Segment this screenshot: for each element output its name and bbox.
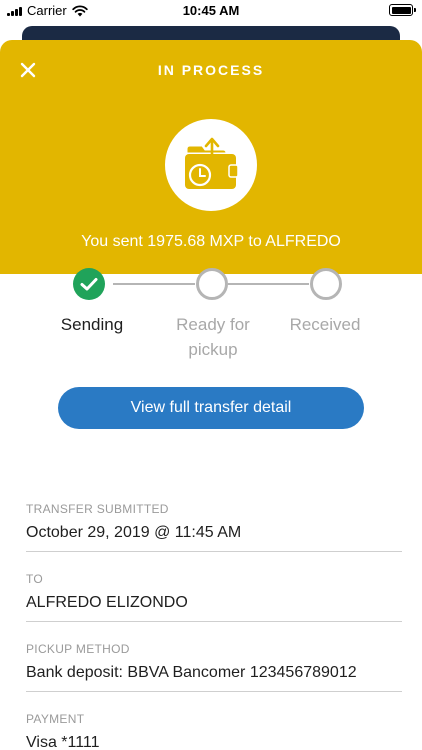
step-2-indicator: [196, 268, 228, 300]
step-3-label: Received: [289, 315, 361, 334]
field-value: October 29, 2019 @ 11:45 AM: [26, 524, 242, 541]
transfer-status-sheet: IN PROCESS You sent 1975.68 MXP to ALFRE…: [0, 40, 422, 750]
field-value: Visa *1111: [26, 734, 100, 750]
step-connector: [228, 283, 309, 285]
field-divider: [26, 691, 402, 692]
step-1-indicator: [73, 268, 105, 300]
pickup-method-field: PICKUP METHOD Bank deposit: BBVA Bancome…: [26, 642, 402, 692]
wallet-clock-icon: [185, 137, 239, 189]
field-label: PICKUP METHOD: [26, 642, 130, 656]
field-divider: [26, 621, 402, 622]
step-3-indicator: [310, 268, 342, 300]
step-connector: [113, 283, 195, 285]
recipient-field: TO ALFREDO ELIZONDO: [26, 572, 402, 622]
payment-field: PAYMENT Visa *1111: [26, 712, 402, 750]
status-bar: Carrier 10:45 AM: [0, 0, 422, 22]
field-value: Bank deposit: BBVA Bancomer 123456789012: [26, 664, 357, 681]
status-time: 10:45 AM: [182, 3, 240, 18]
view-transfer-detail-button[interactable]: View full transfer detail: [58, 387, 364, 429]
status-header: IN PROCESS You sent 1975.68 MXP to ALFRE…: [0, 40, 422, 274]
transfer-summary: You sent 1975.68 MXP to ALFREDO: [81, 233, 341, 250]
field-divider: [26, 551, 402, 552]
field-label: PAYMENT: [26, 712, 85, 726]
transfer-submitted-field: TRANSFER SUBMITTED October 29, 2019 @ 11…: [26, 502, 402, 552]
field-label: TO: [26, 572, 44, 586]
step-1-label: Sending: [60, 315, 124, 334]
battery-icon: [389, 4, 416, 16]
step-2-label: Ready for pickup: [176, 315, 250, 359]
page-title: IN PROCESS: [157, 62, 265, 78]
field-label: TRANSFER SUBMITTED: [26, 502, 169, 516]
check-icon: [80, 278, 98, 291]
field-value: ALFREDO ELIZONDO: [26, 594, 188, 611]
transfer-icon-badge: [165, 119, 257, 211]
